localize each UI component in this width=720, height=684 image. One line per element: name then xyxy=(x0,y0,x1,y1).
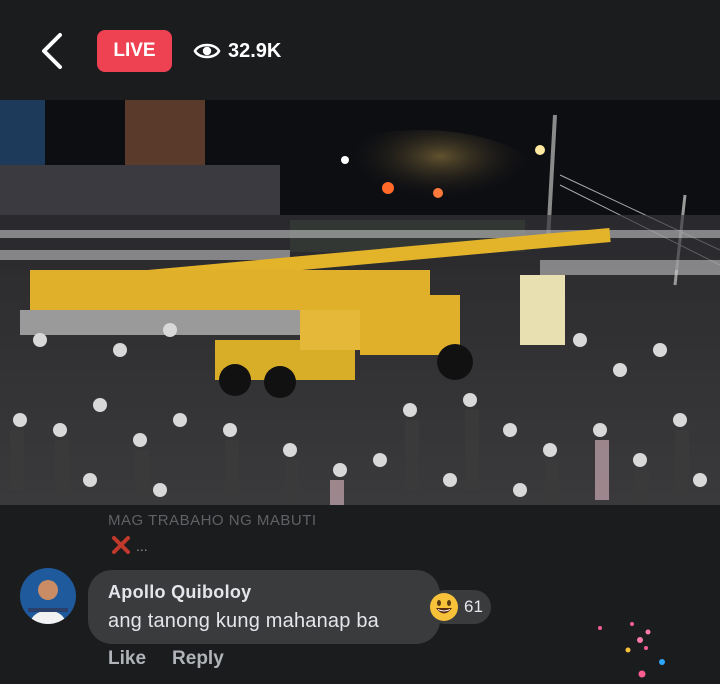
chevron-left-icon xyxy=(42,33,62,69)
previous-comment-ellipsis: ... xyxy=(136,538,148,554)
reaction-count: 61 xyxy=(464,597,483,616)
avatar[interactable] xyxy=(20,568,76,624)
viewer-count-indicator: 32.9K xyxy=(193,36,281,66)
top-bar: LIVE 32.9K xyxy=(0,0,720,100)
comment-actions: Like Reply xyxy=(108,648,224,670)
eye-icon xyxy=(193,43,221,59)
comment-bubble: Apollo Quiboloy ang tanong kung mahanap … xyxy=(88,570,440,644)
viewer-count: 32.9K xyxy=(228,39,282,62)
back-button[interactable] xyxy=(36,30,76,70)
comment-author[interactable]: Apollo Quiboloy xyxy=(108,582,251,603)
grinning-face-emoji-icon xyxy=(430,593,458,621)
live-video[interactable] xyxy=(0,100,720,505)
floating-reactions-icon xyxy=(598,622,665,678)
comment-text: ang tanong kung mahanap ba xyxy=(108,610,379,632)
cross-mark-icon xyxy=(110,534,132,556)
reply-button[interactable]: Reply xyxy=(172,648,224,670)
like-button[interactable]: Like xyxy=(108,648,146,670)
reaction-pill[interactable]: 61 xyxy=(428,590,491,624)
previous-comment-text: MAG TRABAHO NG MABUTI xyxy=(108,512,317,529)
video-frame xyxy=(0,100,720,505)
reaction-summary[interactable]: 61 xyxy=(428,590,491,624)
live-badge: LIVE xyxy=(97,30,172,72)
